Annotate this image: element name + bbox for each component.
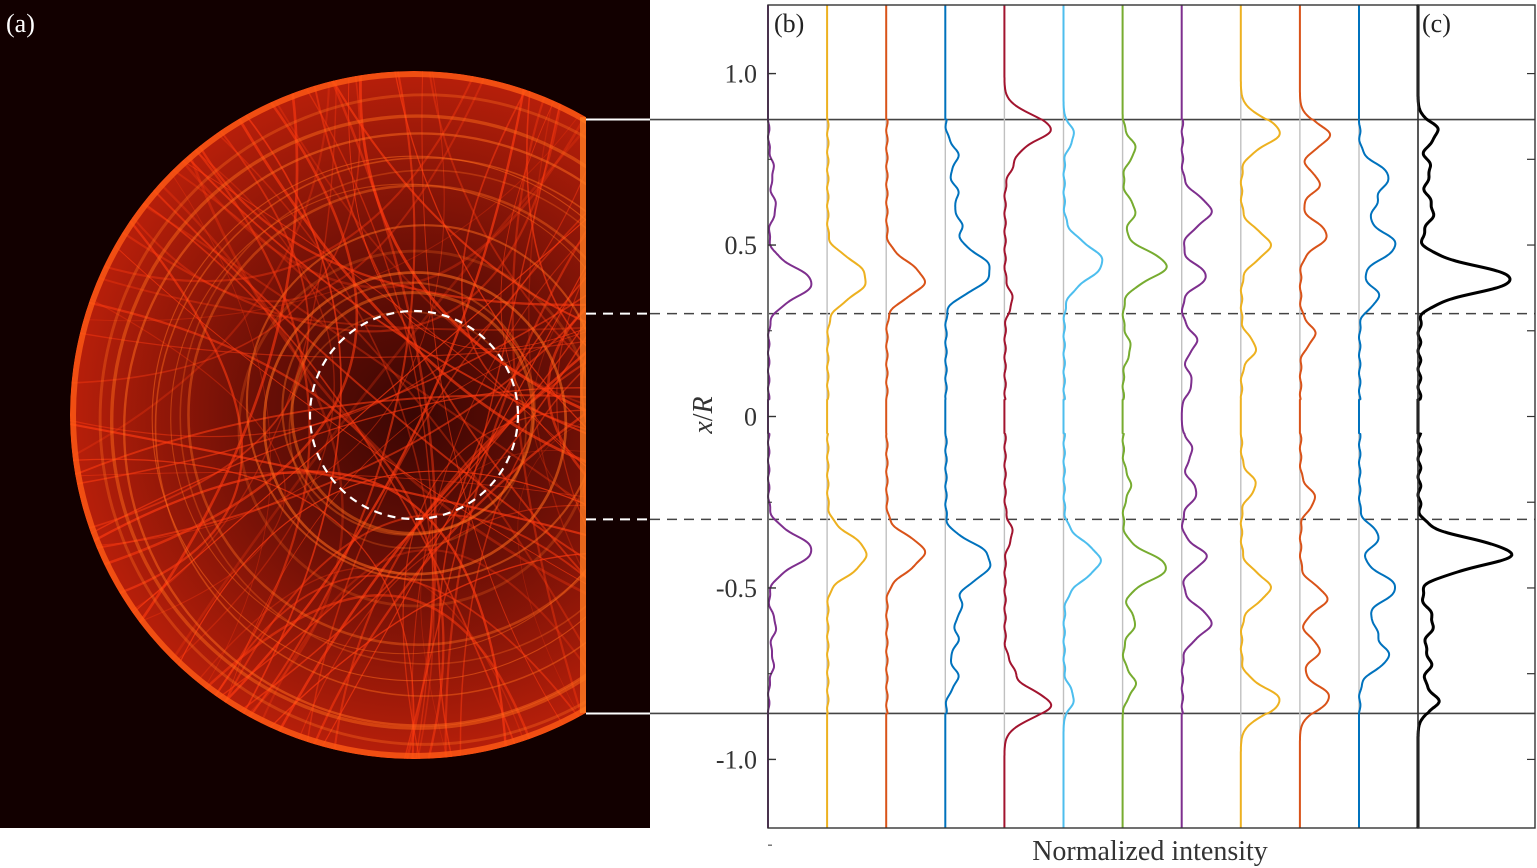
figure: (a) -1.0 -0.5 0 0.5 1.0 (b) (c) x/R Normaliz… bbox=[0, 0, 1536, 867]
y-tick-label: -0.5 bbox=[716, 574, 757, 603]
profile-curve bbox=[1180, 5, 1213, 828]
y-tick-label: 0.5 bbox=[725, 231, 758, 260]
profile-curve bbox=[885, 5, 927, 828]
panel-c-ticks bbox=[1527, 72, 1535, 761]
profile-curve bbox=[1298, 5, 1332, 828]
panel-b-intensity-profiles: -1.0 -0.5 0 0.5 1.0 (b) bbox=[716, 4, 1419, 846]
profile-curve bbox=[1358, 5, 1397, 828]
y-axis-label: x/R bbox=[688, 396, 719, 434]
y-axis-ticks: -1.0 -0.5 0 0.5 1.0 bbox=[716, 60, 776, 846]
panel-b-frame bbox=[767, 4, 1419, 829]
panel-b-profile-curves bbox=[766, 5, 1397, 828]
panel-label-c: (c) bbox=[1422, 9, 1451, 38]
profile-curve bbox=[1121, 5, 1168, 828]
panel-a-intensity-map: (a) bbox=[0, 0, 650, 828]
panel-c-profile-curve bbox=[1416, 5, 1514, 828]
panel-label-b: (b) bbox=[774, 9, 804, 38]
x-axis-label: Normalized intensity bbox=[1032, 836, 1268, 867]
y-tick-label: -1.0 bbox=[716, 745, 757, 774]
edge-connector-lines bbox=[586, 118, 1535, 715]
profile-curve bbox=[1062, 5, 1104, 828]
profile-curve bbox=[1416, 5, 1514, 828]
profile-curve bbox=[944, 5, 992, 828]
y-tick-label: 1.0 bbox=[725, 60, 758, 89]
panel-c-averaged-profile: (c) bbox=[1416, 4, 1536, 829]
y-tick-label: 0 bbox=[744, 403, 757, 432]
intensity-pattern bbox=[69, 71, 586, 760]
profile-curve bbox=[1239, 5, 1281, 828]
profile-curve bbox=[1003, 5, 1053, 828]
panel-label-a: (a) bbox=[6, 9, 35, 38]
profile-curve bbox=[826, 5, 868, 828]
